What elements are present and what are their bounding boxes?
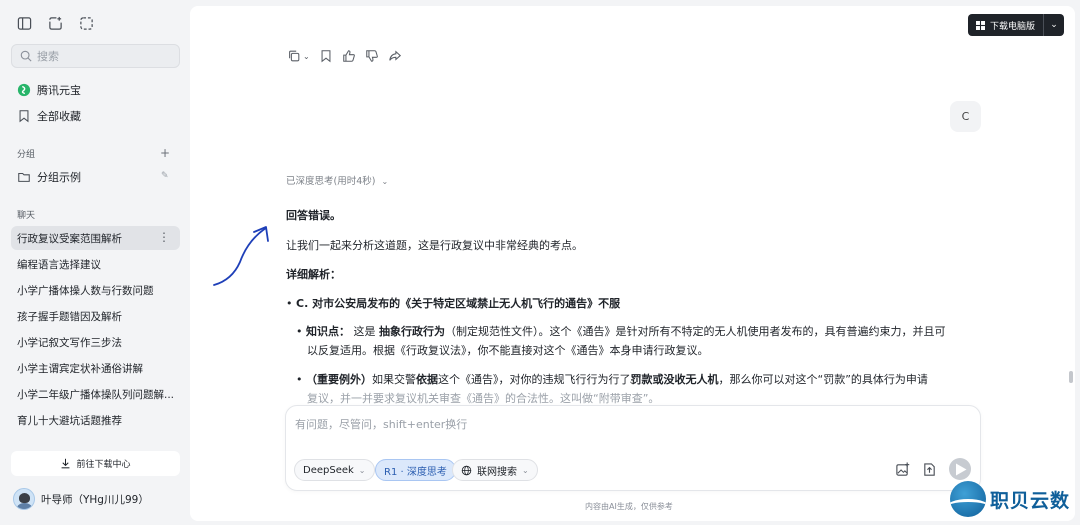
search-icon [20, 50, 32, 62]
send-button[interactable] [949, 458, 971, 480]
user-profile[interactable]: 叶导师（YHg川儿99） [13, 488, 149, 510]
pin-icon[interactable]: ✎ [161, 171, 169, 181]
chat-item[interactable]: 小学二年级广播体操队列问题解... [11, 382, 180, 406]
bookmark-icon[interactable] [319, 49, 333, 63]
chat-main-panel: 下载电脑版 ⌄ ⌄ C 已深度思考(用时4秒) ⌄ 回答错误。 让我们一起来分析… [190, 6, 1075, 521]
download-desktop-button[interactable]: 下载电脑版 ⌄ [967, 14, 1064, 36]
thinking-status-text: 已深度思考(用时4秒) [286, 176, 376, 187]
chat-item-title: 育儿十大避坑话题推荐 [17, 414, 122, 427]
answer-intro: 让我们一起来分析这道题，这是行政复议中非常经典的考点。 [286, 239, 583, 252]
avatar [13, 488, 35, 510]
dashed-square-icon [80, 17, 93, 30]
sidebar-item-label: 腾讯元宝 [37, 84, 81, 97]
new-chat-icon [49, 16, 62, 30]
user-message-text: C [961, 110, 970, 123]
sidebar-top-toolbar [16, 15, 95, 32]
user-message-bubble: C [950, 101, 981, 132]
sidebar-item-yuanbao[interactable]: 腾讯元宝 [17, 81, 81, 99]
chat-item[interactable]: 编程语言选择建议 [11, 252, 180, 276]
new-chat-button[interactable] [47, 15, 64, 32]
watermark-text: 职贝云数 [990, 489, 1071, 512]
sidebar-item-group-example[interactable]: 分组示例 [17, 168, 81, 186]
chat-item[interactable]: 小学主谓宾定状补通俗讲解 [11, 356, 180, 380]
copy-dropdown-icon[interactable]: ⌄ [303, 52, 310, 61]
download-center-label: 前往下载中心 [76, 460, 131, 470]
answer-detail-heading: 详细解析： [286, 268, 341, 281]
answer-point-c: • C. 对市公安局发布的《关于特定区域禁止无人机飞行的通告》不服 [286, 297, 621, 310]
chat-item-active[interactable]: 行政复议受案范围解析 ⋮ [11, 226, 180, 250]
search-box[interactable] [11, 44, 180, 68]
scrollbar[interactable] [1069, 371, 1073, 383]
chat-item-title: 行政复议受案范围解析 [17, 232, 122, 245]
answer-verdict: 回答错误。 [286, 209, 341, 222]
ai-disclaimer: 内容由AI生成，仅供参考 [585, 502, 673, 511]
answer-exception: • （重要例外）如果交警依据这个《通告》，对你的违规飞行行为行了罚款或没收无人机… [296, 373, 928, 386]
chevron-down-icon: ⌄ [358, 465, 366, 475]
download-icon [62, 458, 70, 469]
composer: 有问题，尽管问，shift+enter换行 DeepSeek ⌄ R1 · 深度… [285, 405, 981, 491]
chat-item-title: 小学记叙文写作三步法 [17, 336, 122, 349]
groups-section-label: 分组 [17, 150, 36, 160]
deep-think-toggle[interactable]: R1 · 深度思考 [375, 459, 456, 481]
annotation-arrow-icon [213, 226, 269, 286]
sidebar-item-label: 分组示例 [37, 171, 81, 184]
thinking-status[interactable]: 已深度思考(用时4秒) ⌄ [286, 173, 388, 187]
chat-item-title: 小学二年级广播体操队列问题解... [17, 388, 175, 401]
download-desktop-label: 下载电脑版 [989, 21, 1035, 32]
chats-section-label: 聊天 [17, 211, 36, 221]
scroll-down-icon[interactable]: ⌄ [628, 376, 636, 387]
chat-item-title: 小学主谓宾定状补通俗讲解 [17, 362, 143, 375]
toggle-sidebar-button[interactable] [16, 15, 33, 32]
chat-item[interactable]: 小学记叙文写作三步法 [11, 330, 180, 354]
web-search-label: 联网搜索 [477, 466, 517, 478]
search-input[interactable] [37, 49, 167, 63]
watermark-logo-icon [950, 481, 986, 517]
thumbs-up-icon[interactable] [342, 49, 356, 63]
image-upload-icon[interactable] [895, 461, 910, 477]
folder-icon [18, 172, 30, 182]
answer-knowledge-line2: 以反复适用。根据《行政复议法》，你不能直接对这个《通告》本身申请行政复议。 [307, 344, 709, 357]
composer-tools [895, 458, 971, 480]
windows-icon [975, 20, 985, 30]
user-name: 叶导师（YHg川儿99） [41, 493, 149, 506]
chat-item-title: 编程语言选择建议 [17, 258, 101, 271]
thumbs-down-icon[interactable] [365, 49, 379, 63]
watermark: 职贝云数 [950, 481, 1070, 517]
chat-item-title: 孩子握手题错因及解析 [17, 310, 122, 323]
chat-item[interactable]: 育儿十大避坑话题推荐 [11, 408, 180, 432]
file-upload-icon[interactable] [922, 462, 937, 477]
chevron-down-icon: ⌄ [522, 465, 529, 475]
download-center-button[interactable]: 前往下载中心 [11, 451, 180, 476]
window-button[interactable] [78, 15, 95, 32]
add-group-button[interactable]: + [160, 146, 170, 160]
globe-icon [461, 465, 472, 475]
sidebar-item-favorites[interactable]: 全部收藏 [17, 107, 81, 125]
composer-input[interactable]: 有问题，尽管问，shift+enter换行 [295, 416, 467, 432]
web-search-toggle[interactable]: 联网搜索 ⌄ [452, 459, 538, 481]
chevron-down-icon: ⌄ [381, 177, 389, 186]
copy-icon[interactable] [287, 49, 301, 63]
chevron-down-icon[interactable]: ⌄ [1044, 20, 1064, 30]
chat-item[interactable]: 孩子握手题错因及解析 [11, 304, 180, 328]
deep-think-label: R1 · 深度思考 [384, 466, 447, 478]
bookmark-icon [19, 110, 29, 123]
sidebar-panel-icon [17, 17, 32, 30]
chat-item-title: 小学广播体操人数与行数问题 [17, 284, 154, 297]
model-select[interactable]: DeepSeek ⌄ [294, 459, 375, 481]
yuanbao-logo-icon [17, 83, 31, 97]
chat-item[interactable]: 小学广播体操人数与行数问题 [11, 278, 180, 302]
sidebar-item-label: 全部收藏 [37, 110, 81, 123]
message-actions: ⌄ [287, 49, 402, 63]
more-options-icon[interactable]: ⋮ [158, 230, 170, 244]
answer-knowledge: • 知识点： 这是 抽象行政行为（制定规范性文件）。这个《通告》是针对所有不特定… [296, 325, 946, 338]
sidebar: 腾讯元宝 全部收藏 分组 + 分组示例 ✎ 聊天 行政复议受案范围解析 ⋮ 编程… [0, 0, 190, 525]
model-select-label: DeepSeek [303, 464, 354, 476]
share-icon[interactable] [388, 49, 402, 63]
send-icon [955, 463, 966, 475]
